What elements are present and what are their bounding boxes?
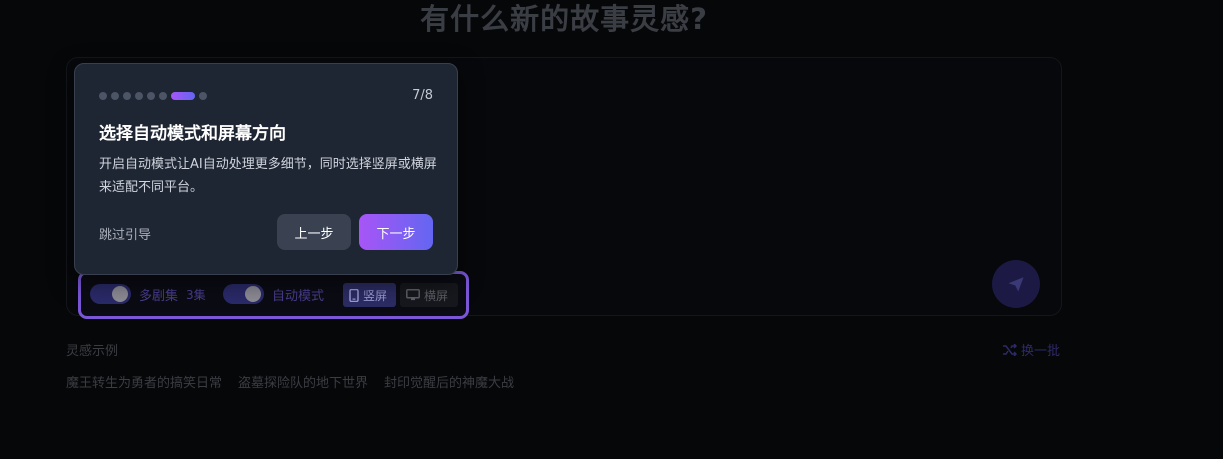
- episode-count[interactable]: 3集: [186, 286, 206, 303]
- step-dot: [99, 92, 107, 100]
- toggle-knob: [245, 286, 261, 302]
- step-dot: [199, 92, 207, 100]
- send-button[interactable]: [992, 260, 1040, 308]
- example-item[interactable]: 封印觉醒后的神魔大战: [384, 372, 514, 391]
- tour-popover: 7/8 选择自动模式和屏幕方向 开启自动模式让AI自动处理更多细节，同时选择竖屏…: [74, 63, 458, 275]
- multi-episode-label: 多剧集: [139, 288, 179, 304]
- step-dot: [147, 92, 155, 100]
- tour-description: 开启自动模式让AI自动处理更多细节，同时选择竖屏或横屏来适配不同平台。: [99, 157, 437, 195]
- refresh-label: 换一批: [1021, 344, 1061, 359]
- refresh-examples-button[interactable]: 换一批: [1003, 340, 1060, 359]
- phone-icon: [349, 288, 359, 302]
- multi-episode-control: 多剧集 3集: [90, 284, 206, 304]
- previous-step-button[interactable]: 上一步: [277, 214, 351, 250]
- landscape-button[interactable]: 横屏: [400, 283, 458, 307]
- step-counter: 7/8: [412, 88, 433, 103]
- page-title: 有什么新的故事灵感?: [420, 2, 708, 36]
- auto-mode-label: 自动模式: [272, 288, 325, 304]
- monitor-icon: [406, 289, 420, 301]
- example-list: 魔王转生为勇者的搞笑日常 盗墓探险队的地下世界 封印觉醒后的神魔大战: [66, 372, 514, 391]
- multi-episode-toggle[interactable]: [90, 284, 131, 304]
- example-item[interactable]: 魔王转生为勇者的搞笑日常: [66, 372, 222, 391]
- step-dot: [123, 92, 131, 100]
- step-dot: [111, 92, 119, 100]
- shuffle-icon: [1003, 343, 1017, 356]
- landscape-label: 横屏: [424, 288, 449, 303]
- toggle-knob: [112, 286, 128, 302]
- paper-plane-icon: [1008, 277, 1024, 292]
- portrait-label: 竖屏: [363, 288, 388, 303]
- portrait-button[interactable]: 竖屏: [343, 283, 396, 307]
- tour-title: 选择自动模式和屏幕方向: [99, 124, 286, 144]
- skip-tour-link[interactable]: 跳过引导: [99, 224, 151, 243]
- step-dot: [159, 92, 167, 100]
- auto-mode-control: 自动模式: [223, 284, 324, 304]
- auto-mode-toggle[interactable]: [223, 284, 264, 304]
- next-step-button[interactable]: 下一步: [359, 214, 433, 250]
- step-dot: [135, 92, 143, 100]
- step-dots: [99, 92, 207, 100]
- inspiration-label: 灵感示例: [66, 344, 119, 359]
- step-dot-active: [171, 92, 195, 100]
- example-item[interactable]: 盗墓探险队的地下世界: [238, 372, 368, 391]
